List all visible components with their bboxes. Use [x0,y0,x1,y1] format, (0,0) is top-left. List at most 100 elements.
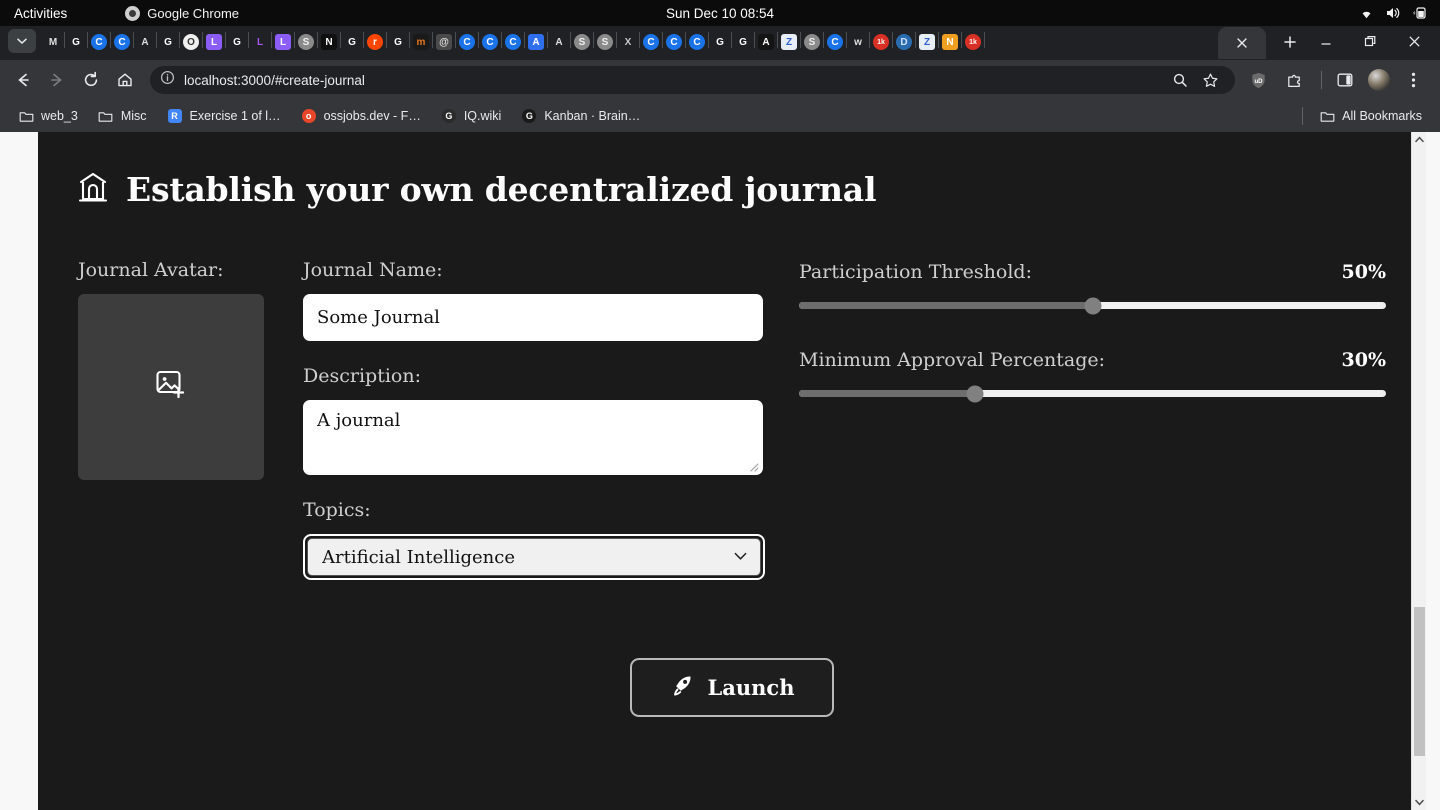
pinned-tab-35[interactable]: w [847,27,869,57]
pinned-tab-31[interactable]: A [755,27,777,57]
bookmark-item-2[interactable]: R Exercise 1 of l… [159,105,289,127]
reload-button[interactable] [76,65,106,95]
pinned-tab-33[interactable]: S [801,27,823,57]
journal-name-field-block: Journal Name: [303,259,763,341]
address-bar[interactable]: localhost:3000/#create-journal [150,66,1235,94]
close-window-button[interactable] [1392,26,1436,56]
bookmark-star-icon[interactable] [1195,65,1225,95]
pinned-tab-4[interactable]: A [134,27,156,57]
participation-threshold-slider[interactable] [799,297,1386,314]
pinned-tab-16[interactable]: m [410,27,432,57]
bookmark-label: Exercise 1 of l… [189,109,281,123]
ublock-shield-icon[interactable]: uD [1243,65,1273,95]
pinned-tab-23[interactable]: S [571,27,593,57]
bookmark-item-1[interactable]: Misc [90,105,155,127]
journal-name-input[interactable] [303,294,763,341]
forward-button[interactable] [42,65,72,95]
scroll-up-button[interactable] [1412,132,1426,147]
extensions-puzzle-icon[interactable] [1279,65,1309,95]
pinned-tab-27[interactable]: C [663,27,685,57]
zoom-icon[interactable] [1165,65,1195,95]
pinned-tab-40[interactable]: 1k [962,27,984,57]
profile-avatar[interactable] [1364,65,1394,95]
new-tab-button[interactable] [1276,28,1304,56]
pinned-tab-34[interactable]: C [824,27,846,57]
bookmark-item-4[interactable]: G IQ.wiki [433,105,510,127]
pinned-tab-17[interactable]: @ [433,27,455,57]
url-text[interactable]: localhost:3000/#create-journal [184,73,365,88]
pinned-tab-1[interactable]: G [65,27,87,57]
pinned-tab-29[interactable]: G [709,27,731,57]
activities-button[interactable]: Activities [14,6,67,21]
bookmark-item-3[interactable]: o ossjobs.dev - F… [293,105,429,127]
pinned-tab-6[interactable]: O [180,27,202,57]
topics-select-wrapper[interactable]: Artificial Intelligence [303,534,765,580]
minimum-approval-block: Minimum Approval Percentage: 30% [799,349,1386,402]
page-scrollbar[interactable] [1411,132,1426,810]
pinned-tab-21[interactable]: A [525,27,547,57]
pinned-tab-14[interactable]: r [364,27,386,57]
pinned-tab-36[interactable]: 1k [870,27,892,57]
pinned-tab-39[interactable]: N [939,27,961,57]
journal-name-label: Journal Name: [303,259,443,281]
three-dot-menu-icon[interactable] [1398,65,1428,95]
active-app-indicator[interactable]: Google Chrome [125,5,239,21]
slider-thumb[interactable] [1084,297,1101,314]
side-panel-icon[interactable] [1330,65,1360,95]
notify-1k-icon: 1k [965,34,981,50]
chrome-blue-icon: C [827,34,843,50]
pinned-tab-11[interactable]: S [295,27,317,57]
pinned-tab-2[interactable]: C [88,27,110,57]
pinned-tab-26[interactable]: C [640,27,662,57]
pinned-tab-22[interactable]: A [548,27,570,57]
pinned-tab-18[interactable]: C [456,27,478,57]
pinned-tab-19[interactable]: C [479,27,501,57]
bookmark-item-5[interactable]: G Kanban · Brain… [513,105,648,127]
pinned-tab-20[interactable]: C [502,27,524,57]
minimum-approval-slider[interactable] [799,385,1386,402]
slider-thumb[interactable] [966,385,984,402]
favicon-icon: R [167,108,183,124]
pinned-tab-8[interactable]: G [226,27,248,57]
pinned-tab-28[interactable]: C [686,27,708,57]
chrome-blue-icon: C [459,34,475,50]
chrome-blue-icon: C [505,34,521,50]
pinned-tab-0[interactable]: M [42,27,64,57]
launch-button[interactable]: Launch [629,658,835,717]
pinned-tab-12[interactable]: N [318,27,340,57]
pinned-tab-10[interactable]: L [272,27,294,57]
pinned-tab-9[interactable]: L [249,27,271,57]
pinned-tab-24[interactable]: S [594,27,616,57]
pinned-tab-5[interactable]: G [157,27,179,57]
all-bookmarks-entry[interactable]: All Bookmarks [1311,105,1430,127]
pinned-tab-37[interactable]: D [893,27,915,57]
pinned-tab-3[interactable]: C [111,27,133,57]
omnibox-actions [1165,65,1225,95]
pinned-tab-7[interactable]: L [203,27,225,57]
os-system-tray[interactable] [1359,6,1428,20]
description-textarea[interactable] [303,400,763,475]
back-button[interactable] [8,65,38,95]
tab-search-button[interactable] [8,29,36,53]
pinned-tab-25[interactable]: X [617,27,639,57]
site-info-icon[interactable] [160,70,175,90]
bookmarks-divider [1302,107,1304,125]
topics-select[interactable]: Artificial Intelligence [307,538,761,576]
tab-active[interactable] [1218,27,1266,59]
chain-purple-icon: L [275,34,291,50]
pinned-tab-15[interactable]: G [387,27,409,57]
all-bookmarks-button[interactable]: All Bookmarks [1294,105,1430,127]
scroll-down-button[interactable] [1412,795,1426,810]
notify-1k-icon: 1k [873,34,889,50]
minimum-approval-head: Minimum Approval Percentage: 30% [799,349,1386,371]
pinned-tab-38[interactable]: Z [916,27,938,57]
pinned-tab-30[interactable]: G [732,27,754,57]
maximize-button[interactable] [1348,26,1392,56]
pinned-tab-13[interactable]: G [341,27,363,57]
scrollbar-thumb[interactable] [1414,606,1425,756]
pinned-tab-32[interactable]: Z [778,27,800,57]
home-button[interactable] [110,65,140,95]
minimize-button[interactable] [1304,26,1348,56]
journal-avatar-upload[interactable] [78,294,264,480]
bookmark-item-0[interactable]: web_3 [10,105,86,127]
